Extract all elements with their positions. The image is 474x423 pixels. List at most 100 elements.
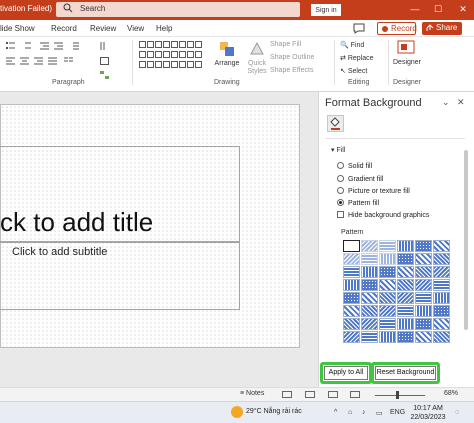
reset-background-button[interactable]: Reset Background	[375, 366, 436, 380]
shape-item[interactable]	[179, 61, 186, 68]
shape-item[interactable]	[187, 51, 194, 58]
apply-to-all-button[interactable]: Apply to All	[324, 366, 368, 380]
subtitle-placeholder[interactable]: Click to add subtitle	[0, 242, 240, 310]
pattern-swatch[interactable]	[379, 305, 396, 317]
shape-item[interactable]	[187, 41, 194, 48]
slide-sorter-icon[interactable]	[305, 391, 315, 398]
pattern-swatch[interactable]	[415, 240, 432, 252]
pattern-swatch[interactable]	[397, 318, 414, 330]
pattern-swatch[interactable]	[397, 240, 414, 252]
pattern-swatch[interactable]	[433, 266, 450, 278]
minimize-button[interactable]: —	[408, 3, 422, 16]
pattern-swatch[interactable]	[397, 331, 414, 343]
align-right-icon[interactable]	[34, 57, 43, 65]
maximize-button[interactable]: ☐	[431, 3, 445, 16]
pattern-swatch[interactable]	[415, 253, 432, 265]
zoom-level[interactable]: 68%	[444, 390, 458, 397]
text-direction-icon[interactable]	[100, 42, 109, 50]
quick-styles-button[interactable]: Quick Styles	[243, 40, 271, 78]
shape-item[interactable]	[155, 41, 162, 48]
option-gradient-fill[interactable]: Gradient fill	[337, 175, 383, 183]
align-text-icon[interactable]	[100, 57, 109, 65]
slideshow-view-icon[interactable]	[350, 391, 360, 398]
pattern-swatch[interactable]	[433, 292, 450, 304]
notifications-icon[interactable]: ◌	[455, 409, 459, 416]
justify-icon[interactable]	[48, 57, 57, 65]
zoom-slider[interactable]	[375, 395, 425, 396]
pattern-swatch[interactable]	[379, 266, 396, 278]
pattern-swatch[interactable]	[397, 253, 414, 265]
numbering-icon[interactable]	[22, 42, 31, 50]
pattern-swatch[interactable]	[379, 331, 396, 343]
line-spacing-icon[interactable]	[70, 42, 79, 50]
sign-in-button[interactable]: Sign in	[311, 4, 341, 16]
pattern-swatch[interactable]	[343, 331, 360, 343]
tab-slide-show[interactable]: lide Show	[0, 24, 35, 33]
pattern-swatch[interactable]	[433, 253, 450, 265]
shape-item[interactable]	[147, 61, 154, 68]
pattern-swatch[interactable]	[397, 266, 414, 278]
fill-tab-icon[interactable]	[327, 115, 344, 132]
pane-options-button[interactable]: ⌄	[442, 97, 450, 108]
hide-background-graphics-checkbox[interactable]: Hide background graphics	[337, 211, 429, 219]
pattern-swatch[interactable]	[343, 292, 360, 304]
pattern-swatch[interactable]	[433, 279, 450, 291]
replace-button[interactable]: ⇄ Replace	[340, 54, 374, 62]
shape-item[interactable]	[163, 61, 170, 68]
tab-help[interactable]: Help	[156, 24, 172, 33]
tab-view[interactable]: View	[127, 24, 144, 33]
reading-view-icon[interactable]	[328, 391, 338, 398]
title-placeholder[interactable]: ck to add title	[0, 146, 240, 242]
shape-item[interactable]	[163, 41, 170, 48]
fill-section-header[interactable]: ▾ Fill	[331, 146, 345, 154]
pattern-swatch[interactable]	[415, 305, 432, 317]
pattern-swatch[interactable]	[379, 253, 396, 265]
pattern-swatch[interactable]	[343, 305, 360, 317]
shape-item[interactable]	[195, 51, 202, 58]
shape-item[interactable]	[179, 41, 186, 48]
pattern-swatch[interactable]	[415, 279, 432, 291]
pattern-swatch[interactable]	[361, 292, 378, 304]
search-box[interactable]: Search	[56, 2, 300, 17]
option-solid-fill[interactable]: Solid fill	[337, 162, 372, 170]
pattern-swatch[interactable]	[361, 305, 378, 317]
tray-chevron-icon[interactable]: ^	[334, 409, 337, 416]
shape-outline-button[interactable]: Shape Outline	[270, 54, 314, 61]
option-picture-texture-fill[interactable]: Picture or texture fill	[337, 187, 410, 195]
pattern-swatch[interactable]	[361, 279, 378, 291]
pattern-swatch[interactable]	[361, 240, 378, 252]
normal-view-icon[interactable]	[282, 391, 292, 398]
pattern-swatch[interactable]	[343, 266, 360, 278]
shape-item[interactable]	[179, 51, 186, 58]
battery-icon[interactable]: ▭	[376, 409, 383, 417]
select-button[interactable]: ↖ Select	[340, 67, 367, 75]
shape-fill-button[interactable]: Shape Fill	[270, 41, 301, 48]
shape-item[interactable]	[155, 61, 162, 68]
pattern-swatch[interactable]	[397, 292, 414, 304]
pattern-swatch[interactable]	[433, 331, 450, 343]
pattern-swatch[interactable]	[379, 318, 396, 330]
find-button[interactable]: 🔍 Find	[340, 41, 364, 49]
align-center-icon[interactable]	[20, 57, 29, 65]
pattern-swatch[interactable]	[433, 240, 450, 252]
smartart-icon[interactable]	[100, 71, 109, 79]
pattern-gallery[interactable]	[343, 240, 453, 348]
shapes-gallery[interactable]	[138, 40, 208, 72]
increase-indent-icon[interactable]	[54, 42, 63, 50]
share-button[interactable]: Share	[422, 22, 462, 35]
shape-item[interactable]	[171, 51, 178, 58]
columns-icon[interactable]	[64, 57, 73, 65]
language-indicator[interactable]: ENG	[390, 409, 405, 416]
pattern-swatch[interactable]	[343, 279, 360, 291]
pattern-swatch[interactable]	[415, 318, 432, 330]
pattern-swatch[interactable]	[379, 279, 396, 291]
shape-item[interactable]	[171, 41, 178, 48]
pattern-swatch[interactable]	[361, 253, 378, 265]
shape-item[interactable]	[195, 41, 202, 48]
pattern-swatch[interactable]	[361, 266, 378, 278]
designer-icon[interactable]	[397, 40, 415, 58]
shape-effects-button[interactable]: Shape Effects	[270, 67, 313, 74]
weather-widget[interactable]: 29°C Nắng rải rác	[246, 408, 302, 415]
record-button[interactable]: Record	[377, 22, 417, 35]
pattern-swatch[interactable]	[415, 266, 432, 278]
